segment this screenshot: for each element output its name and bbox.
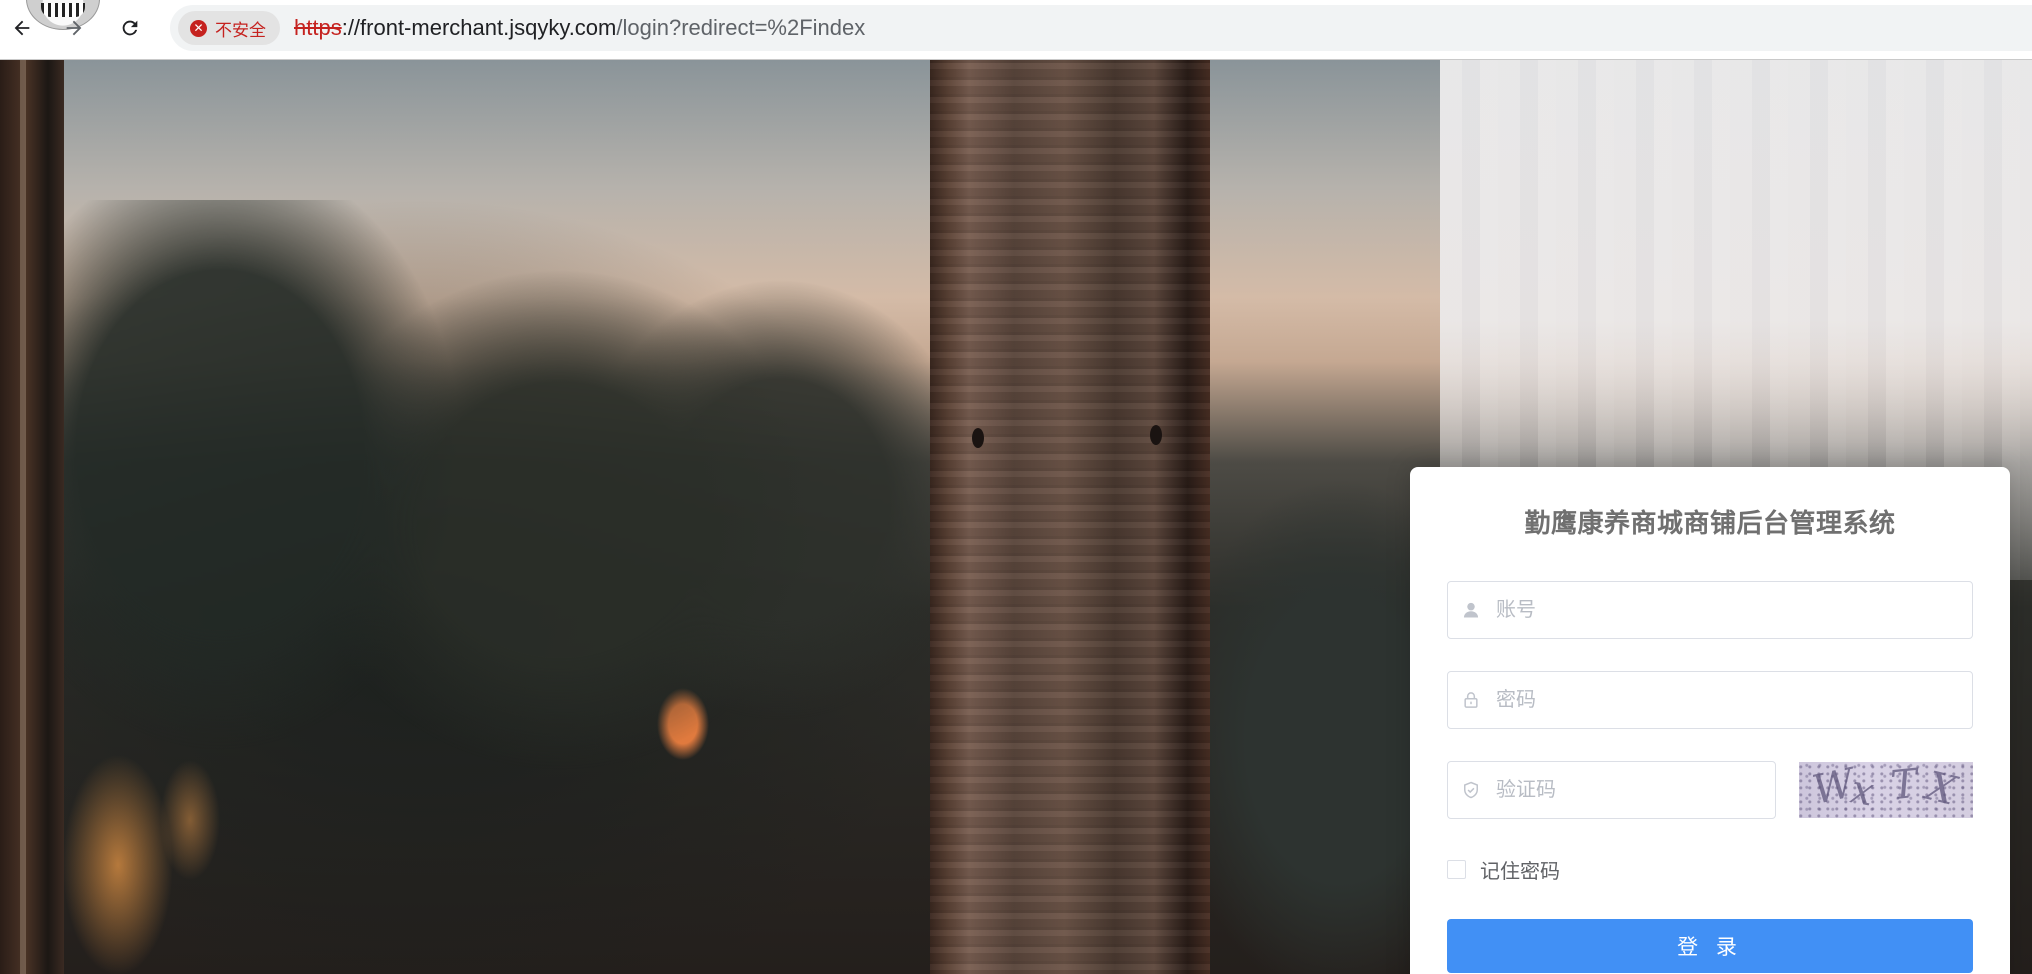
username-field[interactable]	[1447, 581, 1973, 639]
reload-icon	[122, 20, 138, 36]
remember-checkbox[interactable]	[1447, 860, 1466, 879]
url-text[interactable]: https://front-merchant.jsqyky.com/login?…	[294, 15, 865, 41]
url-scheme: https	[294, 15, 342, 40]
reload-button[interactable]	[112, 10, 148, 46]
shield-check-icon	[1460, 779, 1482, 801]
forward-arrow-icon	[66, 20, 82, 36]
browser-toolbar: ✕ 不安全 https://front-merchant.jsqyky.com/…	[0, 0, 2032, 60]
not-secure-icon: ✕	[190, 19, 207, 37]
login-title: 勤鹰康养商城商铺后台管理系统	[1524, 508, 1896, 538]
login-card: 勤鹰康养商城商铺后台管理系统 W x T X	[1410, 467, 2010, 974]
address-bar[interactable]: ✕ 不安全 https://front-merchant.jsqyky.com/…	[170, 5, 2032, 51]
url-host: ://front-merchant.jsqyky.com	[341, 15, 617, 40]
login-button[interactable]: 登 录	[1447, 919, 1973, 973]
captcha-image[interactable]: W x T X	[1799, 762, 1973, 818]
captcha-input[interactable]	[1494, 761, 1775, 819]
security-label: 不安全	[215, 20, 266, 40]
back-arrow-icon	[14, 20, 30, 36]
security-chip[interactable]: ✕ 不安全	[178, 11, 280, 45]
background-window-frame	[0, 60, 64, 974]
username-input[interactable]	[1494, 581, 1972, 639]
captcha-field[interactable]	[1447, 761, 1776, 819]
url-path: /login?redirect=%2Findex	[616, 15, 866, 40]
back-button[interactable]	[4, 10, 40, 46]
forward-button[interactable]	[56, 10, 92, 46]
remember-label[interactable]: 记住密码	[1480, 855, 1560, 884]
background-wooden-post	[930, 60, 1210, 974]
user-icon	[1460, 599, 1482, 621]
password-input[interactable]	[1494, 671, 1972, 729]
lock-icon	[1460, 689, 1482, 711]
login-page-background: 勤鹰康养商城商铺后台管理系统 W x T X	[0, 60, 2032, 974]
password-field[interactable]	[1447, 671, 1973, 729]
remember-password[interactable]: 记住密码	[1447, 855, 1560, 884]
